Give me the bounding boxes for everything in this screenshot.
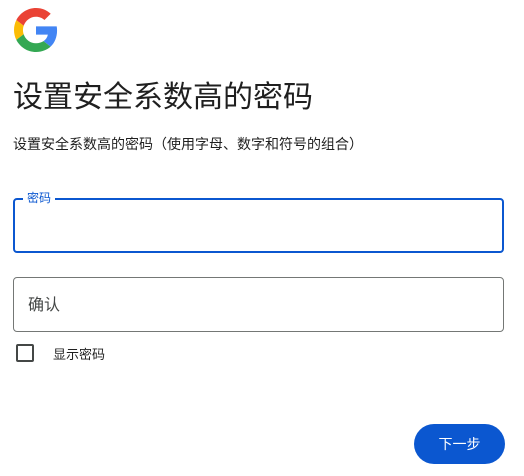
google-logo-icon bbox=[14, 8, 58, 52]
confirm-password-field[interactable] bbox=[13, 277, 504, 332]
page-subtitle: 设置安全系数高的密码（使用字母、数字和符号的组合） bbox=[13, 137, 363, 153]
page-title: 设置安全系数高的密码 bbox=[13, 80, 313, 115]
show-password-label[interactable]: 显示密码 bbox=[53, 344, 105, 363]
show-password-row[interactable]: 显示密码 bbox=[16, 343, 105, 363]
password-input[interactable] bbox=[29, 200, 489, 251]
password-field[interactable]: 密码 bbox=[13, 190, 504, 253]
create-password-page: 设置安全系数高的密码 设置安全系数高的密码（使用字母、数字和符号的组合） 密码 … bbox=[0, 0, 524, 476]
confirm-password-input[interactable] bbox=[28, 278, 488, 331]
show-password-checkbox[interactable] bbox=[16, 344, 34, 362]
next-button[interactable]: 下一步 bbox=[414, 424, 505, 464]
